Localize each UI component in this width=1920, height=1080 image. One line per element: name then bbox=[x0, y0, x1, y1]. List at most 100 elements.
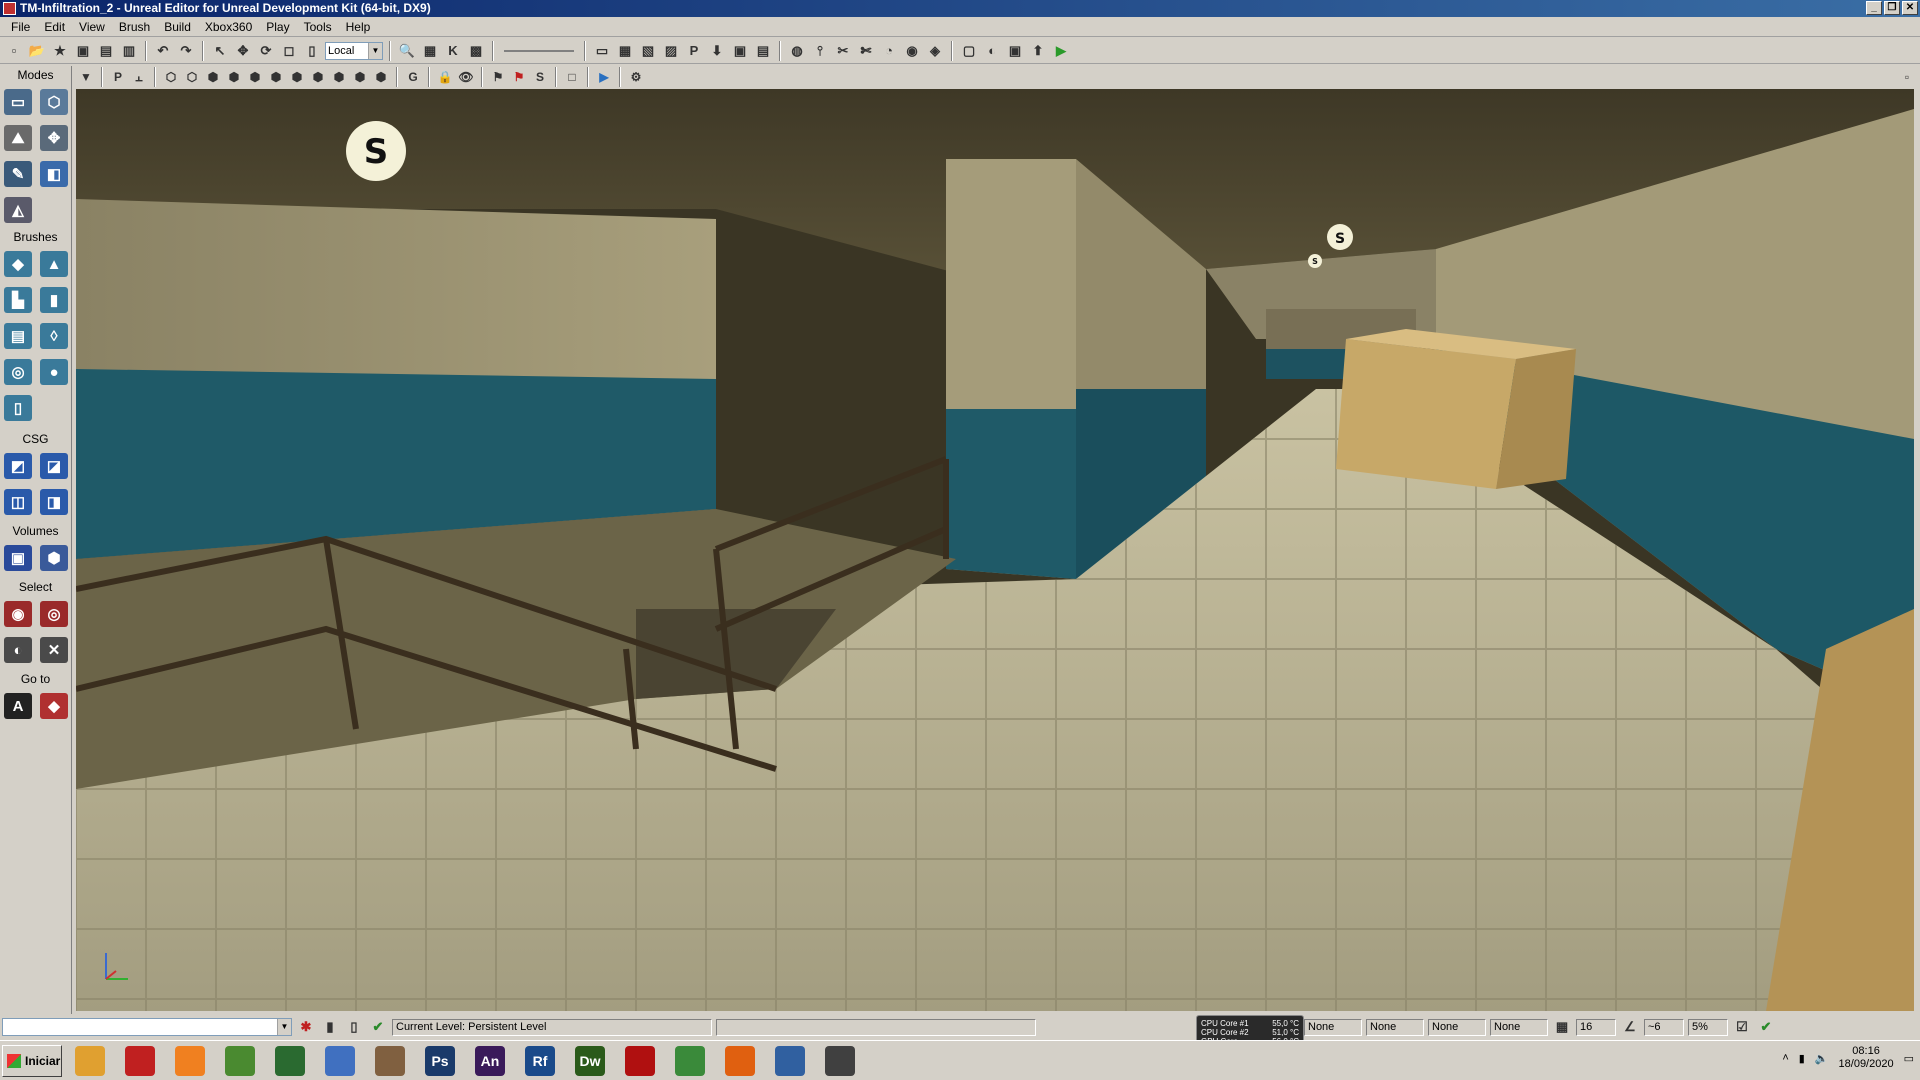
matinee-icon[interactable]: ▩ bbox=[466, 41, 486, 61]
shader-complexity-icon[interactable]: ⬢ bbox=[330, 68, 348, 86]
scale-nonuniform-icon[interactable]: ▯ bbox=[302, 41, 322, 61]
maximize-viewport-icon[interactable]: □ bbox=[563, 68, 581, 86]
reflections-icon[interactable]: ⬢ bbox=[372, 68, 390, 86]
rotation-snap-icon[interactable]: ∠ bbox=[1620, 1017, 1640, 1037]
tools-b-icon[interactable]: ✄ bbox=[856, 41, 876, 61]
red-actor-icon[interactable]: ⚑ bbox=[510, 68, 528, 86]
sound-actor-icon[interactable]: S bbox=[346, 121, 406, 181]
lit-icon[interactable]: ⬢ bbox=[225, 68, 243, 86]
level-icon[interactable]: ▮ bbox=[320, 1017, 340, 1037]
viewport-options-icon[interactable]: ▼ bbox=[77, 68, 95, 86]
redo-icon[interactable]: ↷ bbox=[176, 41, 196, 61]
taskbar-app[interactable] bbox=[818, 1043, 862, 1079]
pin-icon[interactable]: ⫯ bbox=[810, 41, 830, 61]
command-input[interactable]: ▼ bbox=[2, 1018, 292, 1036]
perspective-icon[interactable]: P bbox=[109, 68, 127, 86]
autosave-icon[interactable]: ✔ bbox=[1756, 1017, 1776, 1037]
scale-tool-icon[interactable]: ◻ bbox=[279, 41, 299, 61]
show-desktop-button[interactable]: ▭ bbox=[1904, 1052, 1914, 1065]
taskbar-app[interactable] bbox=[618, 1043, 662, 1079]
landscape-mode-button[interactable]: ◭ bbox=[0, 192, 36, 228]
volume-icon[interactable]: 🔈 bbox=[1815, 1052, 1829, 1065]
menu-brush[interactable]: Brush bbox=[112, 20, 157, 34]
level-check-icon[interactable]: ✔ bbox=[368, 1017, 388, 1037]
taskbar-app[interactable] bbox=[318, 1043, 362, 1079]
monitor-icon[interactable]: ▣ bbox=[1005, 41, 1025, 61]
unlit-icon[interactable]: ⬢ bbox=[204, 68, 222, 86]
lighting-only-icon[interactable]: ⬢ bbox=[267, 68, 285, 86]
console-icon[interactable]: ▢ bbox=[959, 41, 979, 61]
unhide-all-button[interactable]: ✕ bbox=[36, 632, 72, 668]
grid-snap-icon[interactable]: ▦ bbox=[1552, 1017, 1572, 1037]
taskbar-app[interactable] bbox=[68, 1043, 112, 1079]
taskbar-app[interactable]: Dw bbox=[568, 1043, 612, 1079]
csg-deintersect-button[interactable]: ◨ bbox=[36, 484, 72, 520]
taskbar-app[interactable] bbox=[718, 1043, 762, 1079]
coordinate-system-select[interactable]: Local ▼ bbox=[325, 41, 383, 60]
taskbar-app[interactable] bbox=[768, 1043, 812, 1079]
goto-builder-button[interactable]: ◆ bbox=[36, 688, 72, 724]
tools-c-icon[interactable]: ◔ bbox=[879, 41, 899, 61]
level-browser-icon[interactable]: ▯ bbox=[344, 1017, 364, 1037]
start-button[interactable]: Iniciar bbox=[2, 1044, 62, 1077]
taskbar-app[interactable] bbox=[118, 1043, 162, 1079]
scale-snap[interactable]: 5% bbox=[1688, 1018, 1728, 1036]
publish-icon[interactable]: ⬆ bbox=[1028, 41, 1048, 61]
build-lighting-icon[interactable]: ▦ bbox=[615, 41, 635, 61]
build-cover-icon[interactable]: ▨ bbox=[661, 41, 681, 61]
hide-selected-button[interactable]: ◎ bbox=[36, 596, 72, 632]
stairs-brush-button[interactable]: ▙ bbox=[0, 282, 36, 318]
tray-expand-icon[interactable]: ˄ bbox=[1782, 1052, 1788, 1064]
new-file-icon[interactable]: ▫ bbox=[4, 41, 24, 61]
menu-help[interactable]: Help bbox=[339, 20, 378, 34]
clock[interactable]: 08:16 18/09/2020 bbox=[1839, 1045, 1894, 1071]
sound-actor-icon[interactable]: S bbox=[1308, 254, 1322, 268]
goto-actor-button[interactable]: A bbox=[0, 688, 36, 724]
tools-a-icon[interactable]: ✂ bbox=[833, 41, 853, 61]
network-tray-icon[interactable]: ▮ bbox=[1799, 1052, 1805, 1065]
build-paths-icon[interactable]: ▧ bbox=[638, 41, 658, 61]
terrain-mode-button[interactable]: ⛰ bbox=[0, 120, 36, 156]
restore-button[interactable]: ❐ bbox=[1884, 1, 1900, 15]
browser-icon[interactable]: ◐ bbox=[982, 41, 1002, 61]
taskbar-app[interactable] bbox=[218, 1043, 262, 1079]
csg-add-button[interactable]: ◩ bbox=[0, 448, 36, 484]
menu-view[interactable]: View bbox=[72, 20, 112, 34]
sound-icon[interactable]: S bbox=[531, 68, 549, 86]
build-download-icon[interactable]: ⬇ bbox=[707, 41, 727, 61]
move-mode-button[interactable]: ✥ bbox=[36, 120, 72, 156]
play-in-editor-icon[interactable]: ▶ bbox=[1051, 41, 1071, 61]
open-file-icon[interactable]: 📂 bbox=[27, 41, 47, 61]
translate-tool-icon[interactable]: ✥ bbox=[233, 41, 253, 61]
build-all-icon[interactable]: P bbox=[684, 41, 704, 61]
rotation-snap[interactable]: ~6 bbox=[1644, 1018, 1684, 1036]
globe-icon[interactable]: ◍ bbox=[787, 41, 807, 61]
menu-file[interactable]: File bbox=[4, 20, 37, 34]
show-selected-button[interactable]: ◉ bbox=[0, 596, 36, 632]
minimize-button[interactable]: _ bbox=[1866, 1, 1882, 15]
save-icon[interactable]: ▣ bbox=[73, 41, 93, 61]
light-complexity-icon[interactable]: ⬢ bbox=[288, 68, 306, 86]
menu-edit[interactable]: Edit bbox=[37, 20, 72, 34]
add-volume-button[interactable]: ▣ bbox=[0, 540, 36, 576]
menu-play[interactable]: Play bbox=[259, 20, 296, 34]
taskbar-app[interactable]: Ps bbox=[418, 1043, 462, 1079]
lightmap-density-icon[interactable]: ⬢ bbox=[351, 68, 369, 86]
favorites-icon[interactable]: ★ bbox=[50, 41, 70, 61]
viewport-restore-icon[interactable]: ▫ bbox=[1898, 68, 1916, 86]
select-invert-button[interactable]: ◐ bbox=[0, 632, 36, 668]
camera-speed-icon[interactable]: ⚙ bbox=[627, 68, 645, 86]
drag-grid-check-icon[interactable]: ☑ bbox=[1732, 1017, 1752, 1037]
kismet-icon[interactable]: K bbox=[443, 41, 463, 61]
rotate-tool-icon[interactable]: ⟳ bbox=[256, 41, 276, 61]
taskbar-app[interactable] bbox=[268, 1043, 312, 1079]
volumetric-brush-button[interactable]: ▯ bbox=[0, 390, 36, 426]
lock-icon[interactable]: 🔒 bbox=[436, 68, 454, 86]
build-geometry-icon[interactable]: ▭ bbox=[592, 41, 612, 61]
lightmass-icon[interactable]: ▣ bbox=[730, 41, 750, 61]
spiral-stairs-button[interactable]: ◎ bbox=[0, 354, 36, 390]
save-as-icon[interactable]: ▥ bbox=[119, 41, 139, 61]
camera-mode-button[interactable]: ▭ bbox=[0, 84, 36, 120]
detail-lighting-icon[interactable]: ⬢ bbox=[246, 68, 264, 86]
close-button[interactable]: ✕ bbox=[1902, 1, 1918, 15]
